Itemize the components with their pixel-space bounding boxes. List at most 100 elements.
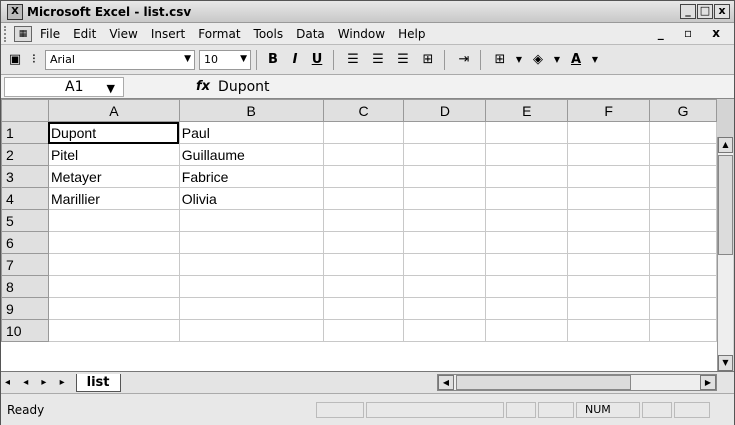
row-header[interactable]: 8 xyxy=(1,275,49,298)
row-header[interactable]: 1 xyxy=(1,121,49,144)
cell[interactable] xyxy=(567,253,651,276)
toolbar-options-icon[interactable]: ⁝ xyxy=(29,49,39,71)
cell[interactable] xyxy=(322,297,405,320)
cell[interactable] xyxy=(485,165,569,188)
cell[interactable] xyxy=(485,143,569,166)
increase-indent-icon[interactable]: ⇥ xyxy=(453,49,475,71)
horizontal-scrollbar[interactable]: ◀ ▶ xyxy=(437,374,717,391)
row-header[interactable]: 4 xyxy=(1,187,49,210)
cell[interactable] xyxy=(322,253,405,276)
tab-list[interactable]: list xyxy=(75,373,121,392)
scroll-down-icon[interactable]: ▼ xyxy=(718,355,733,371)
cell[interactable] xyxy=(178,209,324,232)
column-header[interactable]: D xyxy=(403,99,487,122)
cell[interactable] xyxy=(47,275,180,298)
cell[interactable] xyxy=(322,209,405,232)
cell[interactable] xyxy=(178,297,324,320)
cell[interactable] xyxy=(485,231,569,254)
cell[interactable] xyxy=(567,209,651,232)
function-icon[interactable]: fx xyxy=(196,79,210,94)
cell[interactable] xyxy=(485,253,569,276)
excel-app-icon[interactable]: X xyxy=(7,3,23,20)
cell[interactable] xyxy=(403,187,487,210)
cell[interactable] xyxy=(649,231,717,254)
cell[interactable] xyxy=(567,297,651,320)
chevron-down-icon[interactable]: ▼ xyxy=(590,49,600,71)
cell[interactable] xyxy=(649,121,717,144)
cell[interactable] xyxy=(567,275,651,298)
chevron-down-icon[interactable]: ▼ xyxy=(107,80,115,98)
bold-button[interactable]: B xyxy=(262,52,284,67)
cell[interactable] xyxy=(567,165,651,188)
menu-data[interactable]: Data xyxy=(296,27,325,41)
cell-a4[interactable]: Marillier xyxy=(47,187,180,210)
maximize-button[interactable]: □ xyxy=(697,4,713,19)
document-window-controls[interactable]: _ ▫ x xyxy=(658,26,728,40)
cell[interactable] xyxy=(403,275,487,298)
cell[interactable] xyxy=(403,209,487,232)
select-all-corner[interactable] xyxy=(1,99,49,122)
cell-b3[interactable]: Fabrice xyxy=(178,165,324,188)
fill-color-icon[interactable]: ◈ xyxy=(527,49,549,71)
save-icon[interactable]: ▣ xyxy=(4,49,26,71)
column-header[interactable]: E xyxy=(485,99,569,122)
cell-b1[interactable]: Paul xyxy=(178,121,324,144)
cell[interactable] xyxy=(403,143,487,166)
menu-insert[interactable]: Insert xyxy=(151,27,185,41)
cell[interactable] xyxy=(322,143,405,166)
tab-navigation-arrows[interactable]: ◂ ◂ ▸ ▸ xyxy=(5,377,70,388)
cell[interactable] xyxy=(47,209,180,232)
cell[interactable] xyxy=(178,253,324,276)
vertical-scrollbar[interactable]: ▲ ▼ xyxy=(717,137,733,371)
cell[interactable] xyxy=(649,209,717,232)
cell[interactable] xyxy=(403,297,487,320)
cell[interactable] xyxy=(47,297,180,320)
cell[interactable] xyxy=(649,275,717,298)
font-color-button[interactable]: A xyxy=(565,49,587,71)
font-name-select[interactable]: Arial ▼ xyxy=(45,49,195,70)
scroll-thumb[interactable] xyxy=(456,375,631,390)
cell[interactable] xyxy=(403,165,487,188)
cell[interactable] xyxy=(178,275,324,298)
underline-button[interactable]: U xyxy=(306,52,328,67)
cell[interactable] xyxy=(403,319,487,342)
cell[interactable] xyxy=(403,121,487,144)
row-header[interactable]: 2 xyxy=(1,143,49,166)
cell[interactable] xyxy=(485,275,569,298)
scroll-left-icon[interactable]: ◀ xyxy=(438,375,454,390)
cell[interactable] xyxy=(403,231,487,254)
row-header[interactable]: 6 xyxy=(1,231,49,254)
menu-edit[interactable]: Edit xyxy=(73,27,96,41)
minimize-button[interactable]: _ xyxy=(680,4,696,19)
cell[interactable] xyxy=(567,187,651,210)
worksheet-grid[interactable]: A B C D E F G 1 Dupont Paul 2 Pitel Guil… xyxy=(1,99,717,371)
cell[interactable] xyxy=(567,121,651,144)
column-header[interactable]: C xyxy=(322,99,405,122)
cell-b2[interactable]: Guillaume xyxy=(178,143,324,166)
workbook-icon[interactable]: ▦ xyxy=(14,25,32,42)
cell[interactable] xyxy=(567,143,651,166)
font-size-select[interactable]: 10 ▼ xyxy=(199,49,251,70)
cell[interactable] xyxy=(649,319,717,342)
menu-grip[interactable] xyxy=(4,25,10,42)
menu-window[interactable]: Window xyxy=(338,27,385,41)
formula-content[interactable]: Dupont xyxy=(218,79,269,95)
align-left-icon[interactable]: ☰ xyxy=(342,49,364,71)
cell[interactable] xyxy=(485,121,569,144)
cell[interactable] xyxy=(649,143,717,166)
cell[interactable] xyxy=(322,319,405,342)
cell[interactable] xyxy=(47,253,180,276)
row-header[interactable]: 9 xyxy=(1,297,49,320)
chevron-down-icon[interactable]: ▼ xyxy=(514,49,524,71)
cell-b4[interactable]: Olivia xyxy=(178,187,324,210)
cell[interactable] xyxy=(47,319,180,342)
cell[interactable] xyxy=(567,231,651,254)
row-header[interactable]: 10 xyxy=(1,319,49,342)
row-header[interactable]: 3 xyxy=(1,165,49,188)
cell[interactable] xyxy=(485,319,569,342)
cell[interactable] xyxy=(322,121,405,144)
close-button[interactable]: x xyxy=(714,4,730,19)
cell[interactable] xyxy=(322,187,405,210)
column-header[interactable]: A xyxy=(47,99,180,122)
column-header[interactable]: G xyxy=(649,99,717,122)
